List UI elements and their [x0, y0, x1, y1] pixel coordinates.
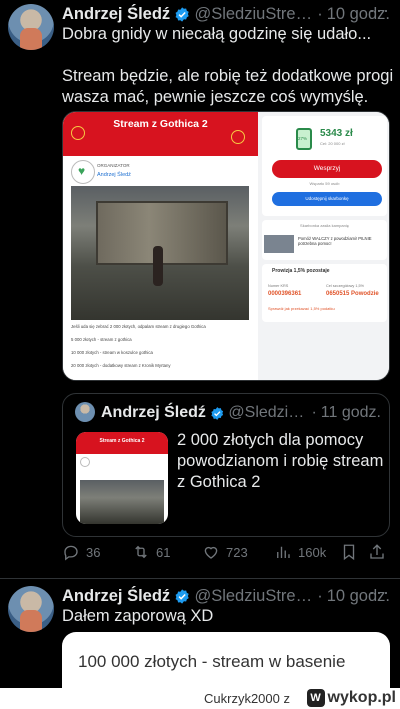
tweet-text-line-1: Dobra gnidy w niecałą godzinę się udało.…	[62, 25, 372, 43]
author-avatar[interactable]	[8, 4, 54, 50]
fundraiser-right-column: 27% 5343 zł Cel: 20 000 zł Wesprzyj Wspa…	[258, 112, 389, 380]
thumbnail-logo	[80, 457, 90, 467]
quoted-tweet-header: Andrzej Śledź @SledziuS... · 11 godz.	[101, 404, 381, 422]
fundraiser-title: Stream z Gothica 2	[113, 118, 208, 130]
heart-icon	[204, 546, 218, 559]
share-button[interactable]: Udostępnij skarbonkę	[272, 192, 382, 206]
author-avatar[interactable]	[8, 586, 54, 632]
reply-icon	[64, 545, 78, 561]
author-handle[interactable]: @SledziuStream	[194, 587, 313, 606]
views-button[interactable]: 160k	[274, 543, 326, 561]
attached-image-card[interactable]: 100 000 złotych - stream w basenie	[62, 632, 390, 692]
donation-panel: 27% 5343 zł Cel: 20 000 zł Wesprzyj Wspa…	[262, 116, 387, 216]
tweet-header: Andrzej Śledź @SledziuStream · 10 godz. …	[62, 582, 390, 606]
author-handle[interactable]: @SledziuStream	[194, 5, 313, 24]
campaign-thumbnail	[264, 235, 294, 253]
share-icon	[370, 544, 384, 559]
verified-badge-icon	[175, 588, 189, 604]
separator-dot: ·	[317, 586, 323, 605]
retweet-count: 61	[156, 544, 171, 560]
tweet-text: Dałem zaporową XD	[62, 607, 214, 625]
purpose-label: Cel szczegółowy 1,5%	[326, 284, 364, 288]
collected-amount: 5343 zł	[320, 128, 353, 139]
reply-button[interactable]: 36	[62, 543, 100, 561]
quoted-tweet-text: 2 000 złotych dla pomocy powodzianom i r…	[177, 431, 384, 491]
like-count: 723	[226, 544, 248, 560]
banner-decoration	[71, 126, 85, 140]
quoted-author-name: Andrzej Śledź	[101, 404, 206, 421]
retweet-button[interactable]: 61	[132, 543, 170, 561]
fundraiser-left-column: ORGANIZATOR Andrzej Śledź Jeśli uda się …	[63, 156, 258, 380]
organizer-label: ORGANIZATOR	[97, 163, 130, 168]
donate-button[interactable]: Wesprzyj	[272, 160, 382, 178]
campaign-label: Skarbonka zasila kampanię	[300, 223, 349, 228]
progress-percent: 27%	[298, 136, 308, 141]
organizer-logo	[71, 160, 95, 184]
uploader-username: Cukrzyk2000	[204, 691, 280, 706]
thumbnail-game-image	[80, 480, 164, 524]
attached-screenshot[interactable]: Stream z Gothica 2 ORGANIZATOR Andrzej Ś…	[62, 111, 390, 381]
verified-badge-icon	[211, 406, 224, 420]
tweet-header: Andrzej Śledź @SledziuStream · 10 godz. …	[62, 0, 390, 24]
banner-decoration	[231, 130, 245, 144]
verified-badge-icon	[175, 6, 189, 22]
quoted-author-avatar	[75, 402, 95, 422]
goal-amount: Cel: 20 000 zł	[320, 141, 345, 146]
views-icon	[277, 546, 290, 558]
reply-count: 36	[86, 544, 101, 560]
tweet-text-line-2: Stream będzie, ale robię też dodatkowe p…	[62, 67, 394, 85]
uploader-from: z	[283, 691, 291, 706]
like-button[interactable]: 723	[202, 543, 248, 561]
bookmark-button[interactable]	[340, 543, 364, 561]
thumbnail-title: Stream z Gothica 2	[99, 438, 145, 444]
krs-value: 0000396361	[268, 291, 302, 297]
quoted-tweet[interactable]: Andrzej Śledź @SledziuS... · 11 godz. St…	[62, 393, 390, 537]
description-line: 20 000 złotych - dodatkowy stream z Kron…	[71, 363, 171, 368]
tweet-main: Andrzej Śledź @SledziuStream · 10 godz. …	[0, 0, 400, 580]
more-options-icon[interactable]: ···	[369, 0, 390, 21]
card-text: 100 000 złotych - stream w basenie	[78, 652, 346, 671]
supporters-count: Wsparło 59 osób	[309, 181, 340, 186]
provision-label: Prowizja 1,5% pozostaje	[272, 268, 330, 274]
tweet-text-line-3: wasza mać, pewnie jeszcze coś wymyślę.	[62, 88, 369, 106]
wykop-logo: W wykop.pl	[306, 689, 396, 707]
separator-dot: ·	[311, 404, 317, 421]
krs-label: Numer KRS	[268, 284, 289, 288]
quoted-tweet-thumbnail: Stream z Gothica 2	[76, 432, 168, 524]
views-count: 160k	[298, 544, 327, 560]
quoted-author-handle: @SledziuS...	[228, 404, 308, 421]
retweet-icon	[135, 545, 147, 559]
purpose-value: 0650515 Powodzie	[326, 291, 379, 297]
campaign-text[interactable]: Pomóż WALCZY z powodziami! PILNIE potrze…	[298, 236, 378, 246]
description-line: Jeśli uda się zebrać 2 000 złotych, odpa…	[71, 324, 206, 329]
author-name[interactable]: Andrzej Śledź	[62, 5, 170, 24]
tax-panel: Prowizja 1,5% pozostaje Numer KRS 000039…	[262, 264, 387, 322]
bookmark-icon	[343, 544, 355, 561]
check-tax-link[interactable]: Sprawdź jak przekazać 1,5% podatku	[268, 306, 335, 311]
wykop-footer: Cukrzyk2000 z W wykop.pl	[0, 688, 400, 709]
separator-dot: ·	[317, 4, 323, 23]
quoted-tweet-time: 11 godz.	[320, 404, 381, 421]
gothic-game-image	[71, 186, 249, 320]
wykop-logo-icon: W	[306, 689, 325, 707]
description-line: 10 000 złotych - stream w koszulce gothi…	[71, 350, 153, 355]
tweet-actions: 36 61 723 160k	[62, 543, 390, 563]
description-line: 5 000 złotych - stream z gothica	[71, 337, 132, 342]
uploader-name: Cukrzyk2000 z	[204, 691, 290, 706]
organizer-name[interactable]: Andrzej Śledź	[97, 172, 131, 178]
author-name[interactable]: Andrzej Śledź	[62, 587, 170, 606]
wykop-logo-text: wykop.pl	[327, 689, 396, 706]
share-tweet-button[interactable]	[368, 543, 392, 561]
more-options-icon[interactable]: ···	[369, 582, 390, 603]
tweet-divider	[0, 578, 400, 579]
